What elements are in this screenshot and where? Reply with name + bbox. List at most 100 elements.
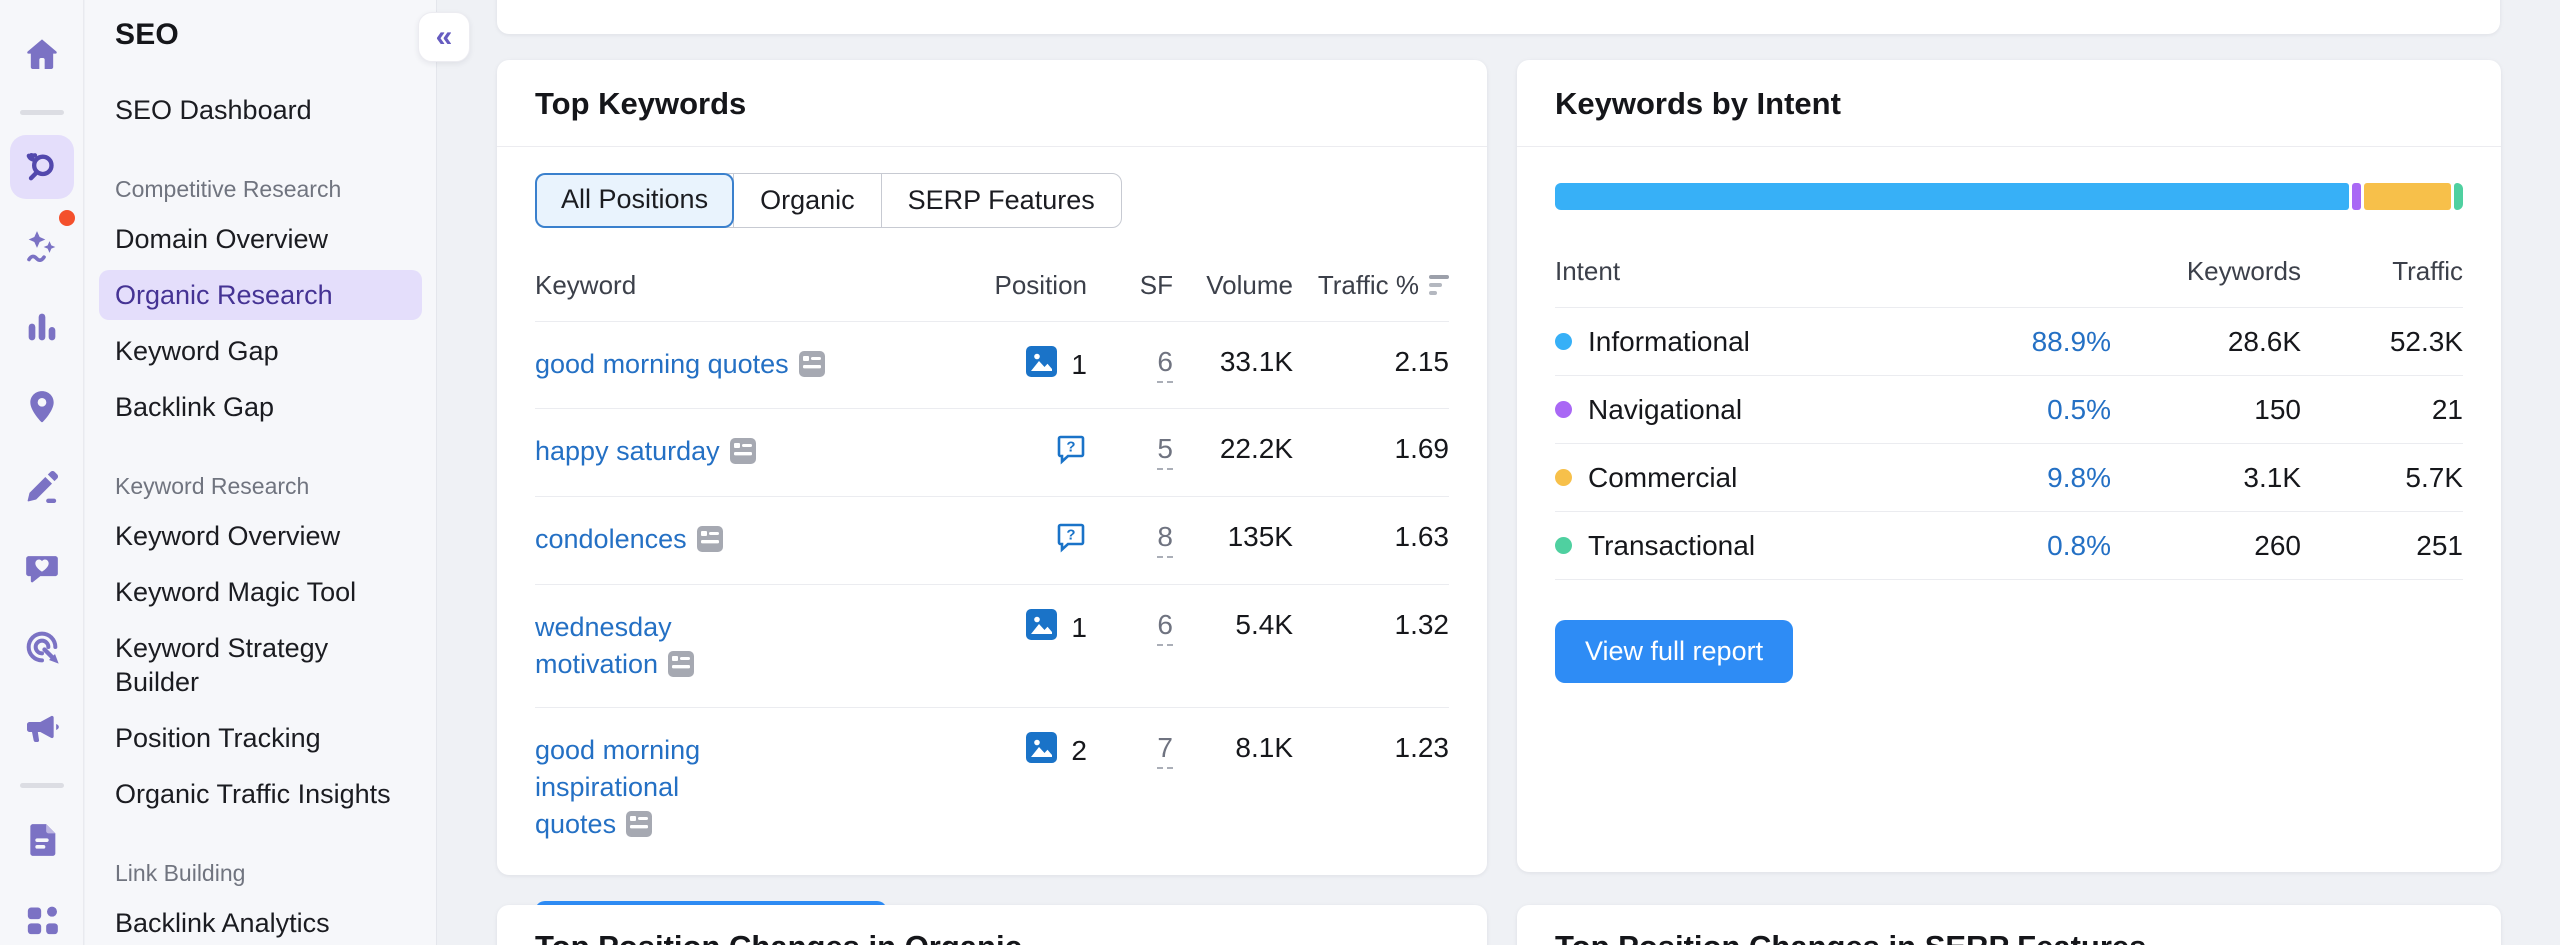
column-traffic: Traffic %	[1318, 270, 1419, 301]
sf-value[interactable]: 6	[1157, 609, 1173, 646]
main-content: Top Keywords All Positions Organic SERP …	[437, 0, 2560, 945]
sort-descending-icon[interactable]	[1429, 275, 1449, 297]
sidebar-item-backlink-analytics[interactable]: Backlink Analytics	[85, 895, 436, 945]
column-position: Position	[871, 270, 1087, 301]
position-filter-tabs: All Positions Organic SERP Features	[535, 173, 1122, 228]
advertising-icon[interactable]	[10, 615, 74, 679]
intent-bar-informational[interactable]	[1555, 183, 2349, 210]
position-value: 1	[1071, 612, 1087, 644]
intent-row: Informational 88.9% 28.6K 52.3K	[1555, 308, 2463, 376]
sidebar-item-keyword-strategy-builder[interactable]: Keyword Strategy Builder	[85, 620, 385, 710]
top-keywords-card: Top Keywords All Positions Organic SERP …	[497, 60, 1487, 875]
volume-value: 8.1K	[1173, 732, 1293, 764]
serp-snapshot-icon[interactable]	[697, 526, 723, 557]
column-sf: SF	[1087, 270, 1173, 301]
serp-snapshot-icon[interactable]	[668, 651, 694, 682]
sidebar-item-keyword-overview[interactable]: Keyword Overview	[85, 508, 436, 564]
table-row: happy saturday ? 5 22.2K 1.69	[535, 409, 1449, 497]
intent-percent-link[interactable]: 0.8%	[1961, 530, 2111, 562]
transactional-dot-icon	[1555, 537, 1572, 554]
intent-bar-commercial[interactable]	[2364, 183, 2451, 210]
table-row: good morning inspirational quotes 2 7 8.…	[535, 708, 1449, 867]
sidebar-item-keyword-magic-tool[interactable]: Keyword Magic Tool	[85, 564, 436, 620]
local-marketing-icon[interactable]	[10, 375, 74, 439]
intent-percent-link[interactable]: 0.5%	[1961, 394, 2111, 426]
sidebar-item-keyword-gap[interactable]: Keyword Gap	[85, 323, 436, 379]
promotion-icon[interactable]	[10, 695, 74, 759]
volume-value: 135K	[1173, 521, 1293, 553]
sf-value[interactable]: 8	[1157, 521, 1173, 558]
tab-serp-features[interactable]: SERP Features	[881, 174, 1121, 227]
table-row: condolences ? 8 135K 1.63	[535, 497, 1449, 585]
traffic-value: 1.63	[1293, 521, 1449, 553]
intent-traffic-value: 251	[2301, 530, 2463, 562]
people-also-ask-icon: ?	[1055, 521, 1087, 560]
position-value: 1	[1071, 349, 1087, 381]
sidebar-item-organic-research[interactable]: Organic Research	[99, 270, 422, 320]
content-marketing-icon[interactable]	[10, 455, 74, 519]
ai-features-icon[interactable]	[10, 215, 74, 279]
top-keywords-table: Keyword Position SF Volume Traffic % goo…	[535, 258, 1449, 867]
sidebar-item-seo-dashboard[interactable]: SEO Dashboard	[85, 82, 436, 138]
top-position-changes-serp-card: Top Position Changes in SERP Features	[1517, 905, 2501, 945]
keywords-by-intent-title: Keywords by Intent	[1555, 86, 2463, 122]
sidebar-collapse-button[interactable]: «	[418, 12, 470, 62]
seo-tools-icon[interactable]	[10, 135, 74, 199]
sidebar-item-domain-overview[interactable]: Domain Overview	[85, 211, 436, 267]
intent-bar-transactional[interactable]	[2454, 183, 2463, 210]
previous-card-bottom	[497, 0, 2500, 34]
traffic-value: 1.32	[1293, 609, 1449, 641]
column-traffic: Traffic	[2301, 256, 2463, 287]
volume-value: 22.2K	[1173, 433, 1293, 465]
informational-dot-icon	[1555, 333, 1572, 350]
tab-all-positions[interactable]: All Positions	[535, 173, 734, 228]
volume-value: 5.4K	[1173, 609, 1293, 641]
sf-value[interactable]: 7	[1157, 732, 1173, 769]
sidebar-item-backlink-gap[interactable]: Backlink Gap	[85, 379, 436, 435]
serp-snapshot-icon[interactable]	[626, 811, 652, 842]
intent-label: Navigational	[1588, 394, 1742, 426]
serp-snapshot-icon[interactable]	[730, 438, 756, 469]
svg-text:?: ?	[1066, 439, 1075, 456]
intent-bar-navigational[interactable]	[2352, 183, 2361, 210]
tab-organic[interactable]: Organic	[733, 174, 881, 227]
keywords-by-intent-card: Keywords by Intent Intent Keywords Traff…	[1517, 60, 2501, 872]
intent-percent-link[interactable]: 88.9%	[1961, 326, 2111, 358]
intent-label: Informational	[1588, 326, 1750, 358]
top-position-changes-organic-title: Top Position Changes in Organic	[535, 929, 1449, 945]
image-pack-icon	[1026, 732, 1057, 770]
intent-traffic-value: 52.3K	[2301, 326, 2463, 358]
view-full-report-button[interactable]: View full report	[1555, 620, 1793, 683]
sf-value[interactable]: 5	[1157, 433, 1173, 470]
notification-badge	[56, 207, 78, 229]
keyword-link[interactable]: wednesday motivation	[535, 612, 672, 679]
keyword-link[interactable]: condolences	[535, 524, 687, 554]
column-keywords: Keywords	[2111, 256, 2301, 287]
people-also-ask-icon: ?	[1055, 433, 1087, 472]
intent-header-row: Intent Keywords Traffic	[1555, 250, 2463, 308]
app-center-icon[interactable]	[10, 888, 74, 945]
sidebar-item-position-tracking[interactable]: Position Tracking	[85, 710, 436, 766]
analytics-icon[interactable]	[10, 295, 74, 359]
keyword-link[interactable]: happy saturday	[535, 436, 720, 466]
column-intent: Intent	[1555, 256, 1961, 287]
home-icon[interactable]	[10, 22, 74, 86]
svg-text:?: ?	[1066, 527, 1075, 544]
serp-snapshot-icon[interactable]	[799, 351, 825, 382]
rail-divider	[20, 110, 64, 115]
keyword-link[interactable]: good morning quotes	[535, 349, 789, 379]
sf-value[interactable]: 6	[1157, 346, 1173, 383]
table-row: good morning quotes 1 6 33.1K 2.15	[535, 322, 1449, 409]
intent-traffic-value: 21	[2301, 394, 2463, 426]
top-position-changes-serp-title: Top Position Changes in SERP Features	[1555, 929, 2463, 945]
position-value: 2	[1071, 735, 1087, 767]
social-media-icon[interactable]	[10, 535, 74, 599]
intent-percent-link[interactable]: 9.8%	[1961, 462, 2111, 494]
traffic-value: 1.23	[1293, 732, 1449, 764]
keyword-link[interactable]: good morning inspirational quotes	[535, 735, 700, 839]
intent-keywords-value: 150	[2111, 394, 2301, 426]
sidebar-item-organic-traffic-insights[interactable]: Organic Traffic Insights	[85, 766, 436, 822]
intent-traffic-value: 5.7K	[2301, 462, 2463, 494]
reports-icon[interactable]	[10, 808, 74, 872]
image-pack-icon	[1026, 346, 1057, 384]
